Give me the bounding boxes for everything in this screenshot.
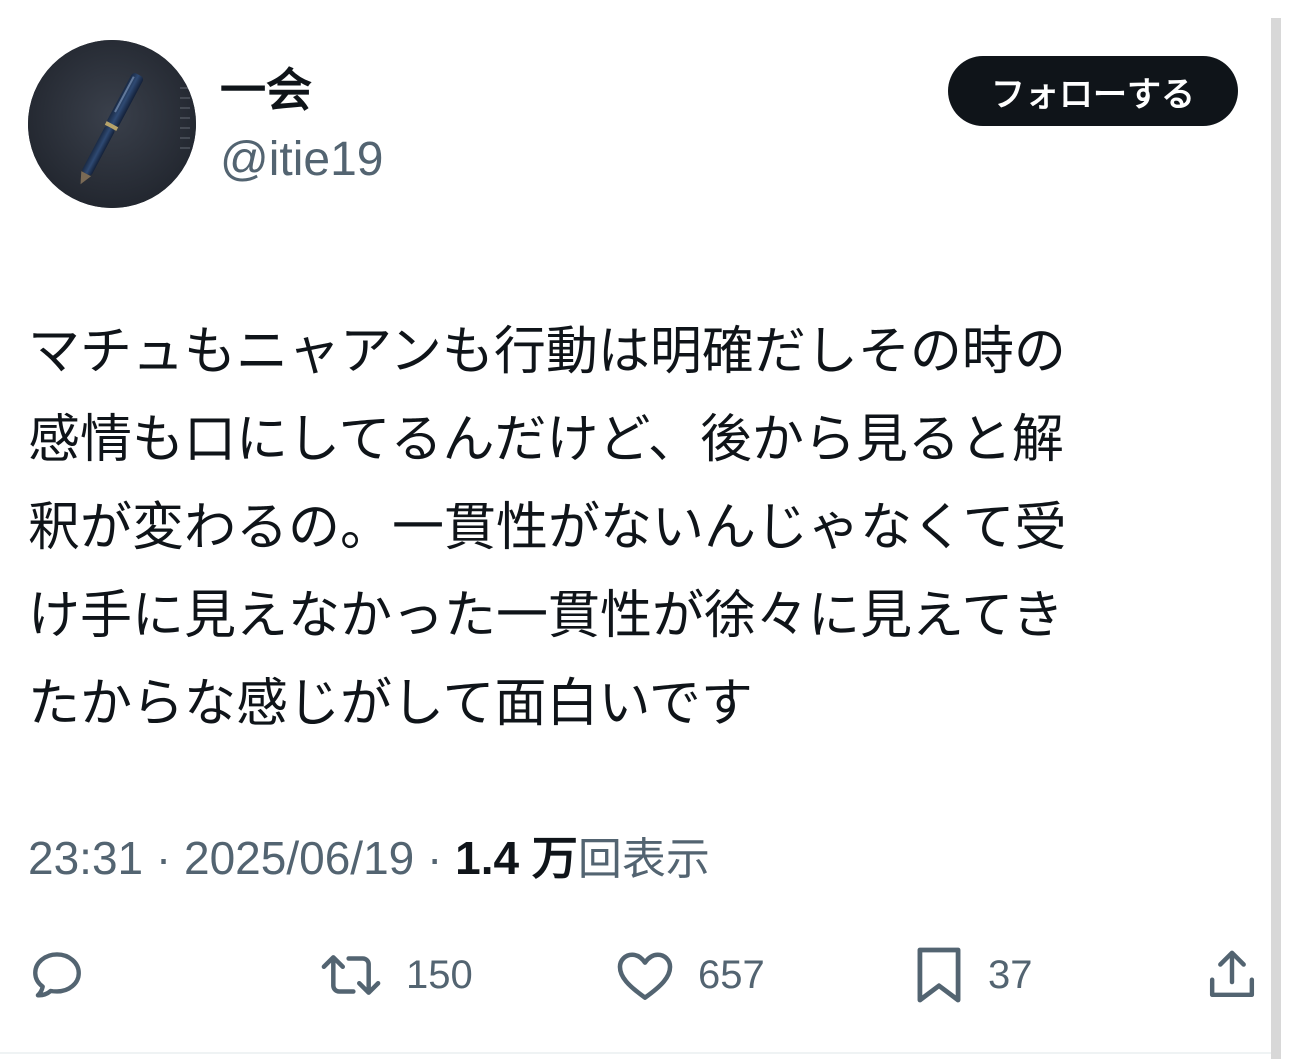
user-handle[interactable]: @itie19 bbox=[220, 130, 383, 190]
tweet-meta: 23:31 · 2025/06/19 · 1.4 万回表示 bbox=[28, 826, 710, 892]
scrollbar[interactable] bbox=[1271, 18, 1281, 1059]
reply-icon bbox=[33, 952, 81, 998]
bookmark-button[interactable]: 37 bbox=[912, 944, 1033, 1006]
share-button[interactable] bbox=[1204, 944, 1260, 1006]
avatar[interactable] bbox=[28, 40, 196, 208]
views-count: 1.4 万 bbox=[455, 832, 578, 884]
follow-button[interactable]: フォローする bbox=[948, 56, 1238, 126]
like-button[interactable]: 657 bbox=[614, 944, 765, 1006]
display-name[interactable]: 一会 bbox=[220, 62, 312, 118]
retweet-icon bbox=[321, 955, 381, 995]
bookmark-count: 37 bbox=[988, 952, 1033, 997]
reply-button[interactable] bbox=[28, 944, 86, 1006]
share-icon bbox=[1209, 950, 1255, 998]
meta-separator: · bbox=[143, 832, 185, 884]
tweet-time[interactable]: 23:31 bbox=[28, 832, 143, 884]
views-label: 回表示 bbox=[577, 834, 710, 885]
bookmark-icon bbox=[917, 947, 961, 1003]
heart-icon bbox=[617, 952, 673, 1000]
meta-separator: · bbox=[414, 832, 456, 884]
retweet-count: 150 bbox=[406, 952, 473, 997]
tweet-text: マチュもニャアンも行動は明確だしその時の 感情も口にしてるんだけど、後から見ると… bbox=[28, 322, 1067, 734]
like-count: 657 bbox=[698, 952, 765, 997]
avatar-pen-image bbox=[28, 40, 196, 208]
retweet-button[interactable]: 150 bbox=[318, 944, 473, 1006]
divider bbox=[0, 1052, 1271, 1054]
tweet-date[interactable]: 2025/06/19 bbox=[184, 832, 414, 884]
